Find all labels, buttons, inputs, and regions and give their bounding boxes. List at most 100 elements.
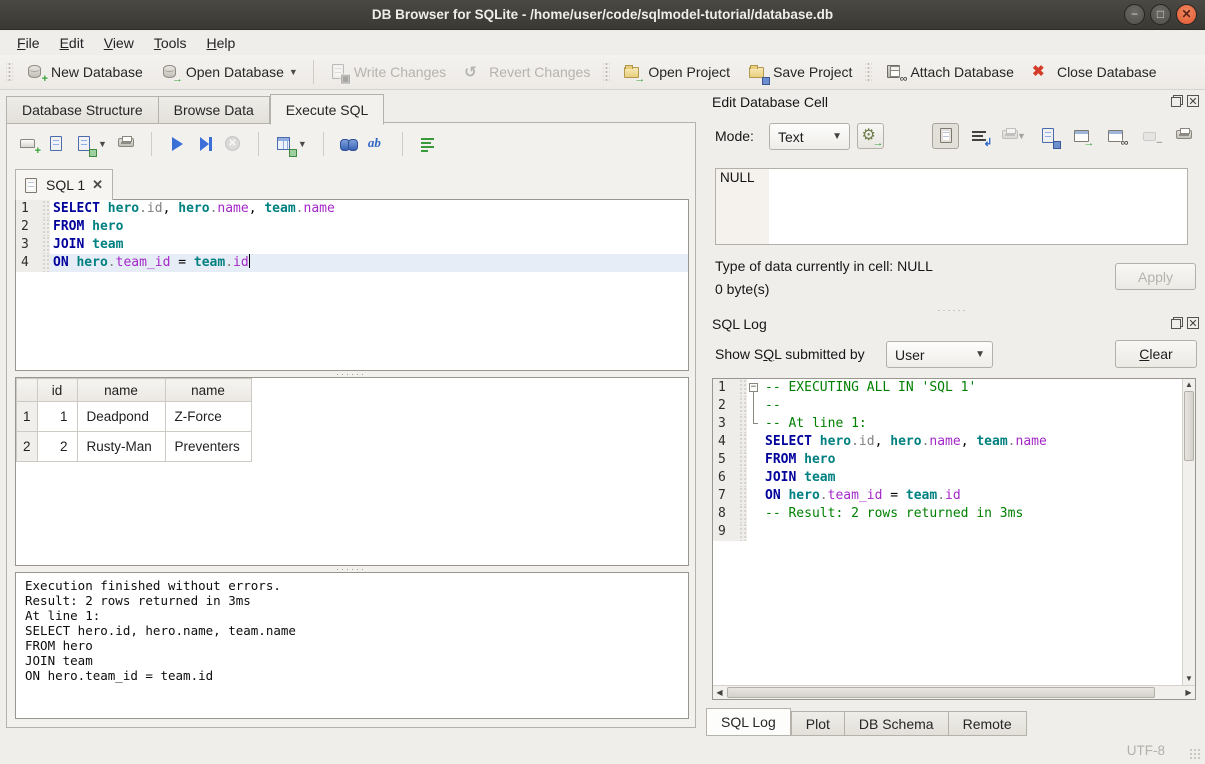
sql-editor-tab[interactable]: SQL 1 ✕ — [15, 169, 113, 200]
menu-file[interactable]: File — [8, 33, 49, 53]
float-dock-icon[interactable] — [1171, 95, 1183, 107]
fold-column[interactable] — [747, 433, 762, 451]
table-cell[interactable]: Deadpond — [77, 402, 165, 432]
tab-database-structure[interactable]: Database Structure — [6, 96, 159, 124]
close-sql-tab-icon[interactable]: ✕ — [92, 177, 103, 193]
dropdown-arrow-icon[interactable]: ▼ — [98, 139, 107, 149]
table-cell[interactable]: Rusty-Man — [77, 432, 165, 462]
table-cell[interactable]: Z-Force — [165, 402, 251, 432]
close-dock-icon[interactable]: ✕ — [1187, 95, 1199, 107]
table-cell[interactable]: 2 — [37, 432, 77, 462]
print-cell-button[interactable] — [1170, 123, 1197, 149]
find-button[interactable] — [340, 135, 358, 153]
scrollbar-thumb[interactable] — [1184, 391, 1194, 461]
sql-editor[interactable]: 1SELECT hero.id, hero.name, team.name2FR… — [15, 199, 689, 371]
menu-view[interactable]: View — [95, 33, 143, 53]
import-data-button[interactable]: ▼ — [1000, 123, 1027, 149]
save-sql-file-button[interactable]: ▼ — [75, 135, 107, 153]
column-header-name[interactable]: name — [77, 379, 165, 402]
mode-select[interactable]: Text ▼ — [769, 123, 850, 150]
corner-header-cell[interactable] — [17, 379, 38, 402]
close-icon[interactable]: ✕ — [1176, 4, 1197, 25]
export-data-button[interactable] — [1034, 123, 1061, 149]
dock-tab-plot[interactable]: Plot — [791, 711, 845, 736]
scroll-up-icon[interactable]: ▲ — [1183, 379, 1195, 391]
row-number-cell[interactable]: 2 — [17, 432, 38, 462]
open-database-button[interactable]: →Open Database▼ — [152, 59, 307, 85]
save-results-button[interactable]: ▼ — [275, 135, 307, 153]
new-sql-tab-button[interactable]: + — [19, 135, 37, 153]
minimize-icon[interactable]: − — [1124, 4, 1145, 25]
row-number-cell[interactable]: 1 — [17, 402, 38, 432]
fold-column[interactable] — [747, 415, 762, 433]
toolbar-handle[interactable] — [603, 61, 610, 83]
maximize-icon[interactable]: □ — [1150, 4, 1171, 25]
fold-column[interactable] — [747, 523, 762, 541]
vertical-scrollbar[interactable]: ▲ ▼ — [1182, 379, 1195, 685]
open-project-button[interactable]: →Open Project — [614, 59, 739, 85]
clear-log-button[interactable]: Clear — [1115, 340, 1197, 368]
resize-grip[interactable] — [1189, 748, 1201, 760]
table-cell[interactable]: Preventers — [165, 432, 251, 462]
open-database-label: Open Database — [186, 64, 284, 80]
dropdown-arrow-icon[interactable]: ▼ — [298, 139, 307, 149]
apply-button[interactable]: Apply — [1115, 263, 1196, 290]
fold-column[interactable] — [747, 469, 762, 487]
cell-value-editor[interactable]: NULL — [715, 168, 1188, 245]
sql-tab-label: SQL 1 — [46, 177, 85, 193]
column-header-id[interactable]: id — [37, 379, 77, 402]
fold-column[interactable] — [747, 451, 762, 469]
scroll-right-icon[interactable]: ▶ — [1182, 686, 1195, 699]
text-mode-button[interactable] — [932, 123, 959, 149]
dropdown-arrow-icon[interactable]: ▼ — [289, 67, 298, 77]
revert-changes-button[interactable]: ↺Revert Changes — [455, 59, 599, 85]
dock-tab-db-schema[interactable]: DB Schema — [845, 711, 949, 736]
menu-tools[interactable]: Tools — [145, 33, 196, 53]
titlebar[interactable]: DB Browser for SQLite - /home/user/code/… — [0, 0, 1205, 30]
menu-edit[interactable]: Edit — [51, 33, 93, 53]
toolbar-handle[interactable] — [865, 61, 872, 83]
find-replace-button[interactable]: ab — [368, 135, 386, 153]
submitted-by-select[interactable]: User ▼ — [886, 341, 993, 368]
scroll-down-icon[interactable]: ▼ — [1183, 673, 1195, 685]
print-sql-button[interactable] — [117, 135, 135, 153]
tab-execute-sql[interactable]: Execute SQL — [270, 94, 385, 125]
open-sql-file-button[interactable] — [47, 135, 65, 153]
fold-column[interactable] — [747, 487, 762, 505]
close-dock-icon[interactable]: ✕ — [1187, 317, 1199, 329]
scroll-left-icon[interactable]: ◀ — [713, 686, 726, 699]
save-project-button[interactable]: Save Project — [739, 59, 861, 85]
toolbar-handle[interactable] — [6, 61, 13, 83]
auto-switch-mode-button[interactable]: ⚙→ — [857, 123, 884, 149]
word-wrap-button[interactable]: ↲ — [966, 123, 993, 149]
format-lines-button[interactable] — [419, 135, 437, 153]
new-database-button[interactable]: +New Database — [17, 59, 152, 85]
fold-marker-icon[interactable]: − — [749, 383, 758, 392]
column-header-name[interactable]: name — [165, 379, 251, 402]
horizontal-scrollbar[interactable]: ◀ ▶ — [713, 685, 1195, 699]
set-null-button[interactable]: − — [1136, 123, 1163, 149]
execute-current-line-button[interactable] — [196, 135, 214, 153]
stop-execution-button[interactable]: ✕ — [224, 135, 242, 153]
insert-link-button[interactable]: ∞ — [1102, 123, 1129, 149]
dock-tab-remote[interactable]: Remote — [949, 711, 1027, 736]
execute-all-button[interactable] — [168, 135, 186, 153]
float-dock-icon[interactable] — [1171, 317, 1183, 329]
close-database-button[interactable]: ✖Close Database — [1023, 59, 1166, 85]
fold-column[interactable] — [747, 505, 762, 523]
code-line: 2FROM hero — [16, 218, 688, 236]
scrollbar-thumb[interactable] — [727, 687, 1155, 698]
menu-help[interactable]: Help — [198, 33, 245, 53]
sql-log-content[interactable]: 1−-- EXECUTING ALL IN 'SQL 1'2--3-- At l… — [713, 379, 1182, 685]
table-cell[interactable]: 1 — [37, 402, 77, 432]
splitter-docks[interactable]: ······ — [706, 308, 1199, 314]
tab-browse-data[interactable]: Browse Data — [159, 96, 270, 124]
execution-log[interactable]: Execution finished without errors.Result… — [15, 572, 689, 719]
fold-column[interactable] — [747, 397, 762, 415]
write-changes-button[interactable]: ▣Write Changes — [320, 59, 455, 85]
attach-database-button[interactable]: ∞Attach Database — [876, 59, 1023, 85]
fold-column[interactable]: − — [747, 379, 762, 397]
dock-tab-sql-log[interactable]: SQL Log — [706, 708, 791, 736]
open-in-external-button[interactable]: → — [1068, 123, 1095, 149]
line-number: 3 — [713, 415, 739, 433]
